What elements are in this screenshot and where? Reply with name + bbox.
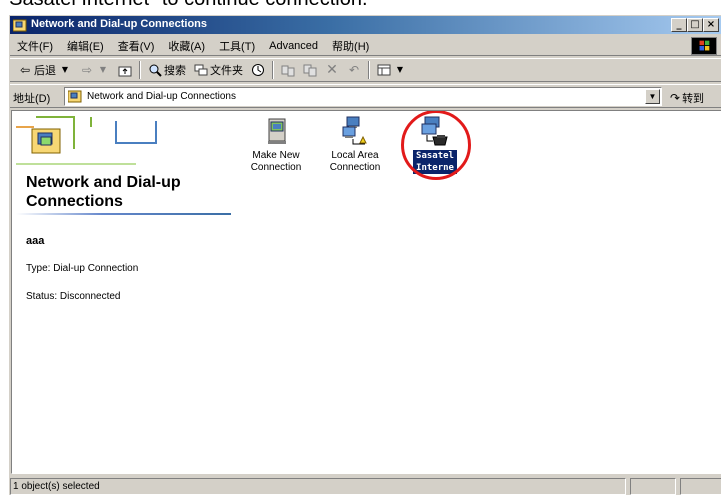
search-button[interactable]: 搜索 bbox=[144, 62, 190, 78]
menu-bar: 文件(F) 编辑(E) 查看(V) 收藏(A) 工具(T) Advanced 帮… bbox=[10, 36, 721, 56]
menu-advanced[interactable]: Advanced bbox=[262, 40, 325, 52]
move-to-button[interactable] bbox=[277, 63, 299, 77]
forward-button[interactable]: ⇨ ▼ bbox=[76, 63, 114, 77]
address-field[interactable]: Network and Dial-up Connections ▼ bbox=[64, 87, 662, 106]
menu-tools[interactable]: 工具(T) bbox=[212, 38, 262, 54]
windows-logo-icon bbox=[691, 37, 717, 55]
dropdown-arrow-icon: ▼ bbox=[99, 65, 107, 74]
undo-button[interactable]: ↶ bbox=[343, 63, 365, 77]
folder-up-icon bbox=[118, 66, 132, 77]
title-bar[interactable]: Network and Dial-up Connections _ □ × bbox=[10, 16, 721, 34]
menu-favorites[interactable]: 收藏(A) bbox=[161, 38, 212, 54]
history-icon bbox=[252, 64, 264, 76]
status-pane-3 bbox=[680, 478, 721, 495]
back-button[interactable]: ⇦ 后退 ▼ bbox=[14, 62, 76, 78]
folders-button[interactable]: 文件夹 bbox=[190, 62, 247, 78]
caption-text: "Sasatel Internet" to continue connectio… bbox=[0, 0, 721, 10]
status-pane-2 bbox=[630, 478, 676, 495]
copy-to-icon bbox=[303, 64, 317, 77]
go-arrow-icon: ↷ bbox=[670, 91, 681, 105]
status-text: 1 object(s) selected bbox=[10, 478, 626, 495]
delete-x-icon: ✕ bbox=[326, 62, 338, 78]
up-button[interactable] bbox=[114, 63, 136, 77]
make-new-connection-icon bbox=[268, 118, 286, 144]
address-bar: 地址(D) Network and Dial-up Connections ▼ … bbox=[10, 84, 721, 108]
undo-icon: ↶ bbox=[348, 63, 360, 77]
menu-file[interactable]: 文件(F) bbox=[10, 38, 60, 54]
address-dropdown-button[interactable]: ▼ bbox=[645, 89, 660, 104]
menu-view[interactable]: 查看(V) bbox=[111, 38, 162, 54]
forward-arrow-icon: ⇨ bbox=[81, 63, 93, 77]
dropdown-arrow-icon: ▼ bbox=[396, 65, 404, 74]
network-banner-art bbox=[16, 116, 157, 165]
local-area-connection-icon bbox=[342, 116, 367, 145]
go-button[interactable]: ↷ 转到 bbox=[670, 90, 704, 106]
folder-view: Network and Dial-up Connections aaa Type… bbox=[11, 110, 721, 474]
selected-item-status: Status: Disconnected bbox=[26, 291, 121, 302]
back-label: 后退 bbox=[34, 65, 56, 77]
copy-to-button[interactable] bbox=[299, 63, 321, 77]
menu-help[interactable]: 帮助(H) bbox=[325, 38, 376, 54]
move-to-icon bbox=[281, 65, 295, 77]
search-icon bbox=[149, 64, 162, 77]
toolbar-separator bbox=[368, 61, 370, 79]
maximize-button[interactable]: □ bbox=[687, 18, 703, 32]
standard-toolbar: ⇦ 后退 ▼ ⇨ ▼ 搜索 文件夹 ✕ ↶ ▼ bbox=[10, 58, 721, 82]
folders-label: 文件夹 bbox=[210, 65, 243, 77]
menu-edit[interactable]: 编辑(E) bbox=[60, 38, 111, 54]
toolbar-separator bbox=[139, 61, 141, 79]
red-highlight-circle bbox=[401, 111, 471, 180]
toolbar-separator bbox=[272, 61, 274, 79]
panel-title: Network and Dial-up Connections bbox=[26, 174, 181, 210]
panel-divider bbox=[16, 213, 231, 215]
address-label: 地址(D) bbox=[13, 93, 51, 105]
views-button[interactable]: ▼ bbox=[373, 63, 411, 77]
selected-item-type: Type: Dial-up Connection bbox=[26, 263, 139, 274]
go-label: 转到 bbox=[682, 93, 705, 105]
explorer-window: Network and Dial-up Connections _ □ × 文件… bbox=[8, 14, 721, 495]
network-folder-icon bbox=[13, 19, 27, 32]
folders-icon bbox=[194, 64, 208, 76]
address-value: Network and Dial-up Connections bbox=[87, 91, 236, 102]
make-new-connection-label: Make New Connection bbox=[250, 150, 302, 173]
views-grid-icon bbox=[377, 64, 391, 76]
search-label: 搜索 bbox=[164, 65, 186, 77]
make-new-connection-item[interactable]: Make New Connection bbox=[240, 115, 312, 174]
delete-button[interactable]: ✕ bbox=[321, 63, 343, 77]
local-area-connection-label: Local Area Connection bbox=[329, 150, 381, 173]
dropdown-arrow-icon: ▼ bbox=[61, 65, 69, 74]
selected-item-name: aaa bbox=[26, 235, 45, 247]
history-button[interactable] bbox=[247, 63, 269, 77]
back-arrow-icon: ⇦ bbox=[19, 63, 31, 77]
minimize-button[interactable]: _ bbox=[671, 18, 687, 32]
close-button[interactable]: × bbox=[703, 18, 719, 32]
local-area-connection-item[interactable]: Local Area Connection bbox=[319, 115, 391, 174]
status-bar: 1 object(s) selected bbox=[10, 477, 721, 495]
window-title: Network and Dial-up Connections bbox=[31, 18, 208, 30]
network-folder-icon bbox=[68, 90, 82, 103]
